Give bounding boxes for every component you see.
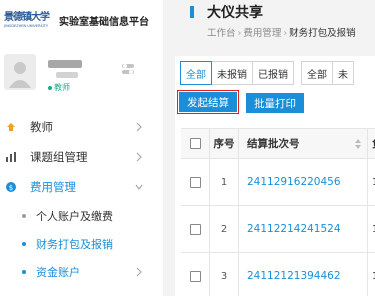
chevron-down-icon [135,181,143,193]
breadcrumb-separator-icon: › [283,28,288,39]
filter-unreimbursed[interactable]: 未报销 [211,61,253,85]
svg-text:$: $ [9,184,13,192]
batch-no-link[interactable]: 24112121394462 [247,270,341,282]
row-seq: 3 [220,270,228,282]
filter-bar: 全部 未报销 已报销 全部 未 [180,61,354,85]
batch-print-button[interactable]: 批量打印 [246,93,304,113]
user-name-redacted [48,60,82,68]
filter-reimbursed[interactable]: 已报销 [252,61,294,85]
user-role-badge: 教师 [48,82,70,93]
sidebar-subitem-finance-packaging[interactable]: 财务打包及报销 [0,230,163,258]
column-header-partial: 负 [367,129,375,158]
breadcrumb-separator-icon: › [237,28,242,39]
select-all-checkbox[interactable] [189,138,201,149]
user-profile: 教师 [0,48,163,108]
table-row[interactable]: 3 24112121394462 1 [181,253,375,296]
breadcrumb: 工作台 › 费用管理 › 财务打包及报销 [207,25,356,39]
sidebar: 景德镇大学 JINGDEZHEN UNIVERSITY 实验室基础信息平台 教师 [0,0,164,296]
breadcrumb-item[interactable]: 工作台 [207,28,236,39]
chevron-right-icon [135,266,143,278]
role-dot-icon [48,85,52,90]
sidebar-item-research-group[interactable]: 课题组管理 [0,142,163,172]
sidebar-item-teacher[interactable]: 教师 [0,112,163,142]
row-seq: 2 [220,223,228,235]
row-checkbox[interactable] [189,270,201,282]
sort-icon[interactable] [355,139,361,149]
start-settlement-button[interactable]: 发起结算 [179,92,237,112]
page-header: 大仪共享 工作台 › 费用管理 › 财务打包及报销 [163,0,375,48]
avatar[interactable] [4,54,36,90]
filter-all[interactable]: 全部 [180,61,212,85]
platform-title: 实验室基础信息平台 [59,16,149,28]
title-marker [190,6,194,18]
content-panel: 全部 未报销 已报销 全部 未 发起结算 批量打印 序号 结算批次号 1 241… [175,56,375,296]
breadcrumb-current: 财务打包及报销 [289,28,356,39]
main-content: 大仪共享 工作台 › 费用管理 › 财务打包及报销 全部 未报销 已报销 全部 未 发起… [163,0,375,296]
table-row[interactable]: 1 24112916220456 1 [181,159,375,206]
column-header-seq: 序号 [209,129,238,158]
sidebar-item-fee-management[interactable]: $ 费用管理 [0,172,163,202]
sidebar-subitem-personal-account[interactable]: 个人账户及缴费 [0,202,163,230]
chevron-right-icon [135,151,143,163]
column-header-batch-no[interactable]: 结算批次号 [238,129,367,158]
chevron-right-icon [135,121,143,133]
row-checkbox[interactable] [189,223,201,235]
bar-chart-icon [4,150,18,164]
page-title: 大仪共享 [207,5,263,21]
action-bar: 发起结算 批量打印 [177,90,304,114]
bullet-icon [22,242,26,246]
sidebar-nav: 教师 课题组管理 $ 费用管理 个人账户及缴费 财务打包及报销 资金账户 [0,112,163,286]
highlight-box: 发起结算 [177,90,239,114]
settlement-table: 序号 结算批次号 负 1 24112916220456 1 2 24112214… [181,128,375,296]
breadcrumb-item[interactable]: 费用管理 [243,28,281,39]
user-id-redacted [56,72,78,78]
row-seq: 1 [220,176,228,188]
switch-toggle-icon[interactable] [121,62,135,76]
batch-no-link[interactable]: 24112214241524 [247,223,341,235]
teacher-icon [4,120,18,134]
brand: 景德镇大学 JINGDEZHEN UNIVERSITY 实验室基础信息平台 [0,0,163,40]
batch-no-link[interactable]: 24112916220456 [247,176,341,188]
fee-icon: $ [4,180,18,194]
bullet-icon [22,214,26,218]
table-header: 序号 结算批次号 负 [181,129,375,159]
table-row[interactable]: 2 24112214241524 1 [181,206,375,253]
filter-all-2[interactable]: 全部 [301,61,333,85]
filter-partial[interactable]: 未 [332,61,354,85]
sidebar-subitem-fund-account[interactable]: 资金账户 [0,258,163,286]
bullet-icon [22,270,26,274]
university-logo: 景德镇大学 JINGDEZHEN UNIVERSITY [4,11,50,28]
row-checkbox[interactable] [189,176,201,188]
